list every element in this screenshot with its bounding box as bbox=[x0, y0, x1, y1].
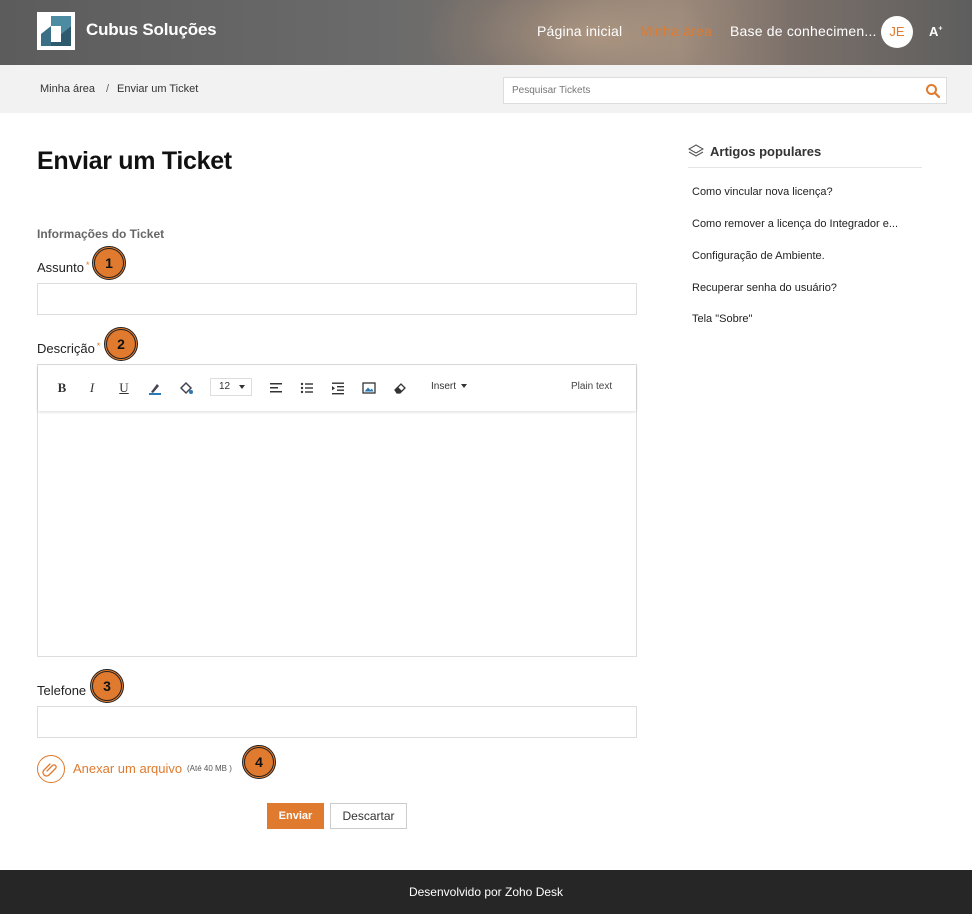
annotation-marker-3: 3 bbox=[90, 669, 124, 703]
required-mark: * bbox=[96, 341, 101, 351]
eraser-icon[interactable] bbox=[390, 378, 410, 398]
indent-icon[interactable] bbox=[328, 378, 348, 398]
footer-powered-by[interactable]: Desenvolvido por Zoho Desk bbox=[0, 885, 972, 899]
brand-logo[interactable] bbox=[37, 12, 75, 50]
breadcrumb-separator: / bbox=[106, 83, 110, 95]
nav-home[interactable]: Página inicial bbox=[537, 23, 622, 39]
background-color-icon[interactable] bbox=[176, 378, 196, 398]
section-title: Informações do Ticket bbox=[37, 227, 165, 241]
underline-icon[interactable]: U bbox=[114, 378, 134, 398]
image-icon[interactable] bbox=[359, 378, 379, 398]
annotation-marker-2: 2 bbox=[104, 327, 138, 361]
layers-icon bbox=[687, 143, 705, 159]
phone-input[interactable] bbox=[38, 707, 636, 737]
insert-menu[interactable]: Insert bbox=[431, 381, 468, 392]
bullet-list-icon[interactable] bbox=[297, 378, 317, 398]
brand-name[interactable]: Cubus Soluções bbox=[86, 20, 217, 40]
breadcrumb-current: Enviar um Ticket bbox=[117, 83, 199, 95]
nav-knowledge-base[interactable]: Base de conhecimen... bbox=[730, 23, 877, 39]
article-link[interactable]: Como vincular nova licença? bbox=[692, 186, 833, 198]
bold-icon[interactable]: B bbox=[52, 378, 72, 398]
editor-toolbar: B I U 12 Insert Plain text bbox=[38, 365, 636, 411]
sidebar-divider bbox=[688, 167, 922, 168]
description-editor: B I U 12 Insert Plain text bbox=[37, 364, 637, 657]
chevron-down-icon bbox=[239, 385, 245, 389]
phone-label: Telefone bbox=[37, 683, 87, 698]
text-color-icon[interactable] bbox=[145, 378, 165, 398]
article-link[interactable]: Tela "Sobre" bbox=[692, 313, 752, 325]
attach-file-link[interactable]: Anexar um arquivo bbox=[73, 761, 182, 776]
accessibility-button[interactable]: A+ bbox=[929, 24, 942, 39]
article-link[interactable]: Como remover a licença do Integrador e..… bbox=[692, 218, 898, 230]
plain-text-toggle[interactable]: Plain text bbox=[571, 381, 612, 392]
breadcrumb-my-area[interactable]: Minha área bbox=[40, 83, 95, 95]
annotation-marker-1: 1 bbox=[92, 246, 126, 280]
search-input[interactable] bbox=[504, 78, 904, 103]
attach-size-note: (Até 40 MB ) bbox=[187, 764, 232, 773]
subject-field-wrapper bbox=[37, 283, 637, 315]
description-textarea[interactable] bbox=[38, 411, 636, 656]
popular-articles-title: Artigos populares bbox=[710, 144, 822, 159]
required-mark: * bbox=[85, 260, 90, 270]
page-title: Enviar um Ticket bbox=[37, 147, 232, 175]
font-size-select[interactable]: 12 bbox=[210, 378, 252, 396]
align-left-icon[interactable] bbox=[266, 378, 286, 398]
discard-button[interactable]: Descartar bbox=[330, 803, 407, 829]
article-link[interactable]: Recuperar senha do usuário? bbox=[692, 282, 837, 294]
top-header: Cubus Soluções Página inicial Minha área… bbox=[0, 0, 972, 65]
paperclip-icon[interactable] bbox=[37, 755, 65, 783]
article-link[interactable]: Configuração de Ambiente. bbox=[692, 250, 825, 262]
chevron-down-icon bbox=[461, 384, 468, 389]
annotation-marker-4: 4 bbox=[242, 745, 276, 779]
search-icon[interactable] bbox=[925, 83, 941, 99]
description-label: Descrição * bbox=[37, 341, 101, 356]
italic-icon[interactable]: I bbox=[82, 378, 102, 398]
user-avatar[interactable]: JE bbox=[881, 16, 913, 48]
subject-input[interactable] bbox=[38, 284, 636, 314]
search-box bbox=[503, 77, 947, 104]
footer: Desenvolvido por Zoho Desk bbox=[0, 870, 972, 914]
submit-button[interactable]: Enviar bbox=[267, 803, 324, 829]
nav-my-area[interactable]: Minha área bbox=[640, 23, 712, 39]
phone-field-wrapper bbox=[37, 706, 637, 738]
accessibility-icon: A bbox=[929, 24, 939, 39]
subject-label: Assunto * bbox=[37, 260, 90, 275]
